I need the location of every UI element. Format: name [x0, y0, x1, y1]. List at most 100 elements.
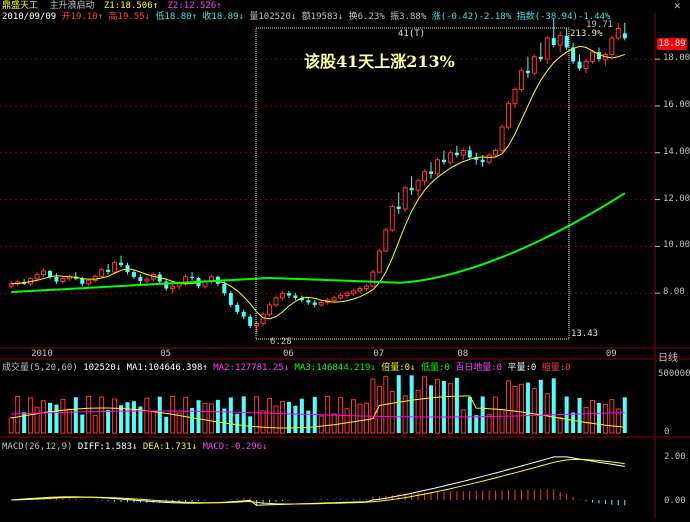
last-price-tag: 18.89	[657, 38, 687, 50]
candle-body	[92, 275, 98, 281]
volume-bar	[164, 416, 169, 433]
candle-body	[467, 150, 472, 158]
volume-bar	[551, 378, 556, 433]
candle-body	[480, 159, 485, 163]
volume-bar	[351, 399, 357, 434]
candle-body	[170, 285, 176, 290]
volume-bar	[47, 402, 52, 433]
volume-bar	[609, 399, 615, 434]
candle-body	[486, 154, 492, 163]
volume-bar	[389, 391, 395, 434]
candle-body	[518, 70, 524, 91]
vol-bei: 倍量:0↓	[381, 363, 416, 373]
candle-body	[344, 292, 350, 297]
volume-bar	[8, 417, 14, 434]
price-tick-label: 14.00	[663, 146, 690, 157]
vol-axis-top: 500000	[658, 369, 690, 379]
candle-body	[222, 283, 227, 294]
volume-bar	[480, 396, 485, 433]
volume-bar	[150, 410, 156, 434]
volume-bar	[125, 402, 130, 433]
candle-body	[41, 270, 47, 275]
candle-body	[422, 170, 428, 182]
candle-body	[434, 159, 440, 175]
volume-bar	[228, 397, 233, 433]
high-marker-label: 19.71	[586, 20, 614, 30]
volume-bar	[518, 383, 524, 434]
volume-bar	[254, 396, 260, 434]
macd-diff-line	[11, 456, 625, 506]
candle-body	[190, 276, 195, 278]
volume-bar	[571, 412, 576, 433]
volume-bar	[531, 388, 537, 434]
candle-body	[363, 285, 369, 290]
candle-body	[228, 293, 233, 305]
volume-bars	[8, 375, 627, 434]
volume-bar	[260, 410, 266, 434]
volume-bar	[441, 381, 446, 433]
candle-body	[577, 61, 582, 69]
vol-di: 低量:0	[420, 363, 450, 373]
volume-bar	[544, 393, 550, 434]
period-label[interactable]: 日线	[658, 349, 678, 364]
volume-bar	[54, 404, 59, 433]
candle-body	[80, 278, 85, 284]
macd-name: MACD(26,12,9)	[2, 442, 73, 452]
candle-body	[493, 149, 499, 156]
candle-body	[318, 302, 324, 306]
vol-ma1: MA1:104646.398↑	[126, 363, 208, 373]
candle-body	[235, 304, 240, 312]
volume-bar	[506, 380, 512, 434]
candle-body	[86, 279, 92, 285]
price-tick-label: 18.00	[663, 53, 690, 64]
volume-bar	[499, 409, 505, 434]
candle-body	[331, 297, 337, 301]
price-grid	[0, 58, 660, 294]
candle-body	[34, 273, 40, 280]
macd-dea: DEA:1.731↓	[142, 442, 198, 452]
volume-bar	[525, 382, 530, 433]
candle-body	[383, 229, 389, 252]
volume-bar	[370, 378, 376, 434]
candle-body	[54, 276, 59, 282]
macd-panel	[11, 456, 626, 506]
volume-bar	[196, 400, 201, 433]
candle-body	[293, 295, 298, 298]
candle-body	[447, 152, 453, 163]
volume-bar	[344, 408, 350, 434]
volume-bar	[396, 375, 401, 433]
volume-bar	[92, 414, 98, 434]
candle-body	[357, 288, 363, 292]
volume-bar	[454, 377, 459, 433]
candle-body	[112, 262, 118, 273]
candle-body	[273, 297, 279, 306]
candle-body	[370, 271, 376, 287]
vol-ma2: MA2:127781.25↓	[213, 363, 290, 373]
volume-bar	[202, 402, 208, 434]
candle-body	[279, 292, 285, 299]
volume-bar	[66, 408, 72, 434]
macd-header: MACD(26,12,9) DIFF:1.583↓ DEA:1.731↓ MAC…	[2, 441, 268, 453]
candle-body	[441, 159, 446, 163]
volume-bar	[80, 414, 85, 433]
volume-bar	[235, 413, 240, 433]
date-tick-label: 05	[160, 349, 172, 359]
volume-bar	[293, 405, 298, 433]
volume-bar	[60, 398, 66, 434]
date-tick-label: 07	[373, 349, 385, 359]
vol-value: 102520↓	[83, 363, 122, 373]
volume-bar	[99, 396, 105, 434]
candle-body	[176, 283, 182, 287]
volume-bar	[41, 400, 47, 434]
macd-value: MACD:-0.296↓	[202, 442, 268, 452]
candle-body	[409, 187, 414, 191]
volume-bar	[363, 402, 369, 434]
volume-bar	[429, 385, 434, 433]
volume-bar	[622, 397, 627, 433]
rally-pct-label: 213.9%	[570, 29, 603, 39]
price-tick-label: 10.00	[663, 240, 690, 251]
volume-bar	[248, 416, 253, 433]
volume-bar	[86, 395, 92, 434]
volume-bar	[467, 397, 472, 433]
vol-bai: 百日地量:0	[455, 363, 503, 373]
